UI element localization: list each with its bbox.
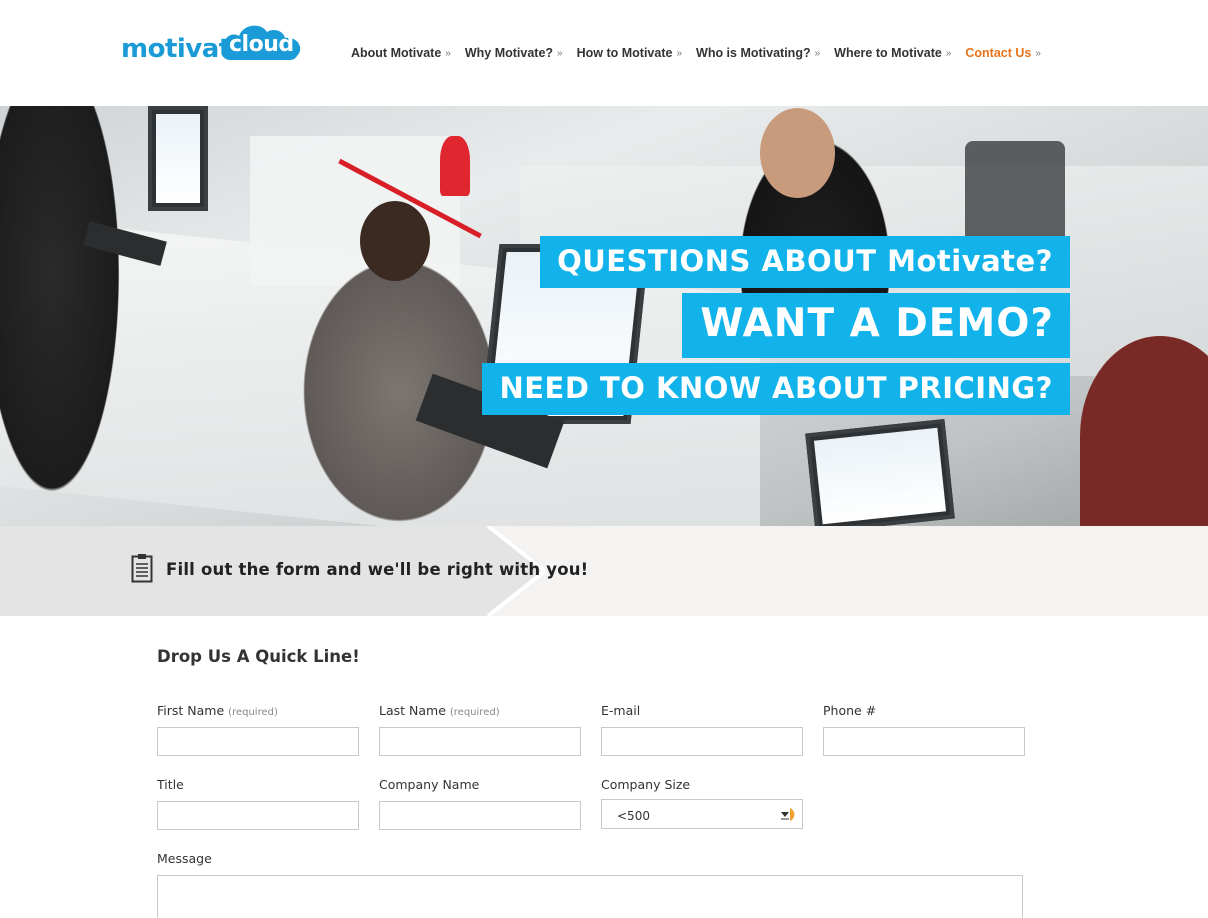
nav-label: Who is Motivating? — [696, 46, 811, 60]
logo-wordmark-cloud: cloud — [229, 32, 294, 57]
last-name-label: Last Name (required) — [379, 703, 500, 718]
message-label: Message — [157, 851, 212, 866]
hero-photo-lamp — [440, 136, 470, 196]
company-size-select[interactable]: <500 — [601, 799, 803, 829]
email-field[interactable] — [601, 727, 803, 756]
nav-about-motivate[interactable]: About Motivate » — [351, 46, 451, 60]
hero-photo-chair — [965, 141, 1065, 251]
nav-why-motivate[interactable]: Why Motivate? » — [465, 46, 563, 60]
nav-contact-us[interactable]: Contact Us » — [965, 46, 1041, 60]
hero-tagline-demo: WANT A DEMO? — [682, 293, 1070, 358]
company-name-field[interactable] — [379, 801, 581, 830]
label-text: First Name — [157, 703, 225, 718]
nav-who-is-motivating[interactable]: Who is Motivating? » — [696, 46, 820, 60]
hero-photo-person — [0, 106, 130, 526]
hero-photo-monitor — [148, 106, 208, 211]
site-header: motivate cloud About Motivate » Why Moti… — [0, 0, 1208, 106]
main-nav: About Motivate » Why Motivate? » How to … — [351, 46, 1055, 60]
email-label: E-mail — [601, 703, 641, 718]
first-name-field[interactable] — [157, 727, 359, 756]
clipboard-icon — [131, 554, 153, 583]
hero-banner: QUESTIONS ABOUT Motivate? WANT A DEMO? N… — [0, 106, 1208, 526]
motivate-cloud-logo[interactable]: motivate cloud — [121, 18, 306, 64]
phone-label: Phone # — [823, 703, 877, 718]
ribbon-text: Fill out the form and we'll be right wit… — [166, 560, 589, 579]
nav-where-to-motivate[interactable]: Where to Motivate » — [834, 46, 951, 60]
nav-label: Why Motivate? — [464, 46, 554, 60]
required-note: (required) — [449, 707, 500, 718]
company-size-value: <500 — [617, 809, 650, 823]
hero-photo-monitor — [805, 418, 955, 526]
hero-photo-person — [760, 108, 835, 198]
message-field[interactable] — [157, 875, 1023, 918]
required-note: (required) — [228, 707, 278, 718]
last-name-field[interactable] — [379, 727, 581, 756]
nav-label: Where to Motivate — [834, 46, 942, 60]
company-size-label: Company Size — [601, 777, 691, 792]
phone-field[interactable] — [823, 727, 1025, 756]
title-label: Title — [157, 777, 184, 792]
nav-label: About Motivate — [351, 46, 442, 60]
form-title: Drop Us A Quick Line! — [157, 647, 360, 666]
nav-label: How to Motivate — [576, 46, 673, 60]
chevron-right-icon: » — [445, 47, 451, 59]
title-field[interactable] — [157, 801, 359, 830]
company-name-label: Company Name — [379, 777, 480, 792]
label-text: Last Name — [379, 703, 446, 718]
hero-tagline-questions: QUESTIONS ABOUT Motivate? — [540, 236, 1070, 288]
nav-how-to-motivate[interactable]: How to Motivate » — [577, 46, 682, 60]
first-name-label: First Name (required) — [157, 703, 278, 718]
dropdown-arrow-icon — [781, 808, 795, 821]
nav-label: Contact Us — [965, 46, 1032, 60]
chevron-right-icon: » — [1035, 47, 1041, 59]
chevron-right-icon: » — [557, 47, 563, 59]
chevron-right-icon: » — [945, 47, 952, 59]
hero-photo-person — [360, 201, 430, 281]
chevron-right-icon: » — [676, 47, 683, 59]
chevron-right-icon: » — [814, 47, 821, 59]
hero-tagline-pricing: NEED TO KNOW ABOUT PRICING? — [482, 363, 1070, 415]
